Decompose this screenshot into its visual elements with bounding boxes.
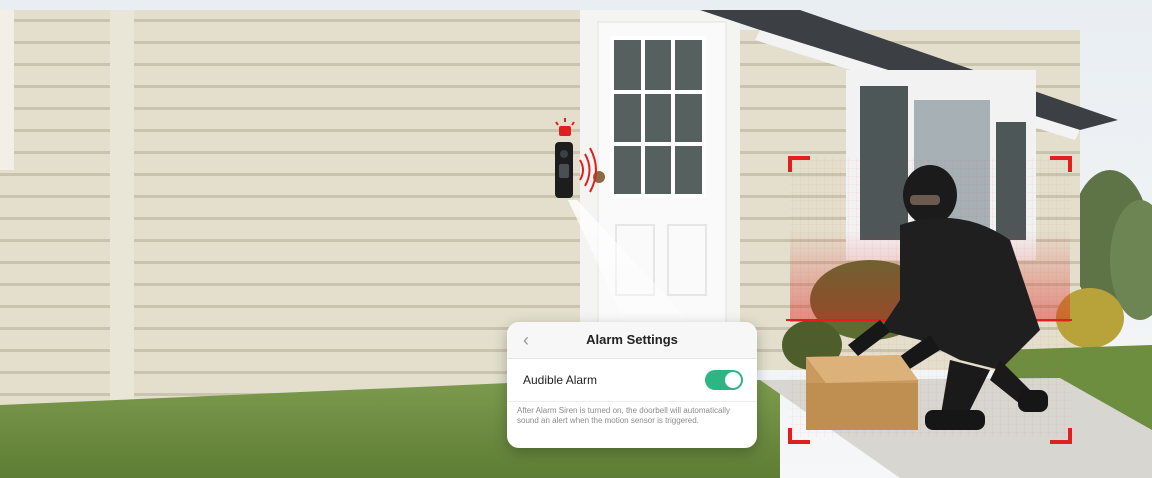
alarm-settings-card: ‹ Alarm Settings Audible Alarm After Ala… <box>507 322 757 448</box>
toggle-knob <box>725 372 741 388</box>
audible-alarm-toggle[interactable] <box>705 370 743 390</box>
card-title: Alarm Settings <box>586 332 678 347</box>
alarm-help-text: After Alarm Siren is turned on, the door… <box>517 406 730 425</box>
package-box <box>806 355 918 430</box>
hero-scene: ‹ Alarm Settings Audible Alarm After Ala… <box>0 0 1152 478</box>
audible-alarm-row: Audible Alarm <box>507 359 757 402</box>
audible-alarm-label: Audible Alarm <box>523 373 598 387</box>
card-header: ‹ Alarm Settings <box>507 322 757 359</box>
